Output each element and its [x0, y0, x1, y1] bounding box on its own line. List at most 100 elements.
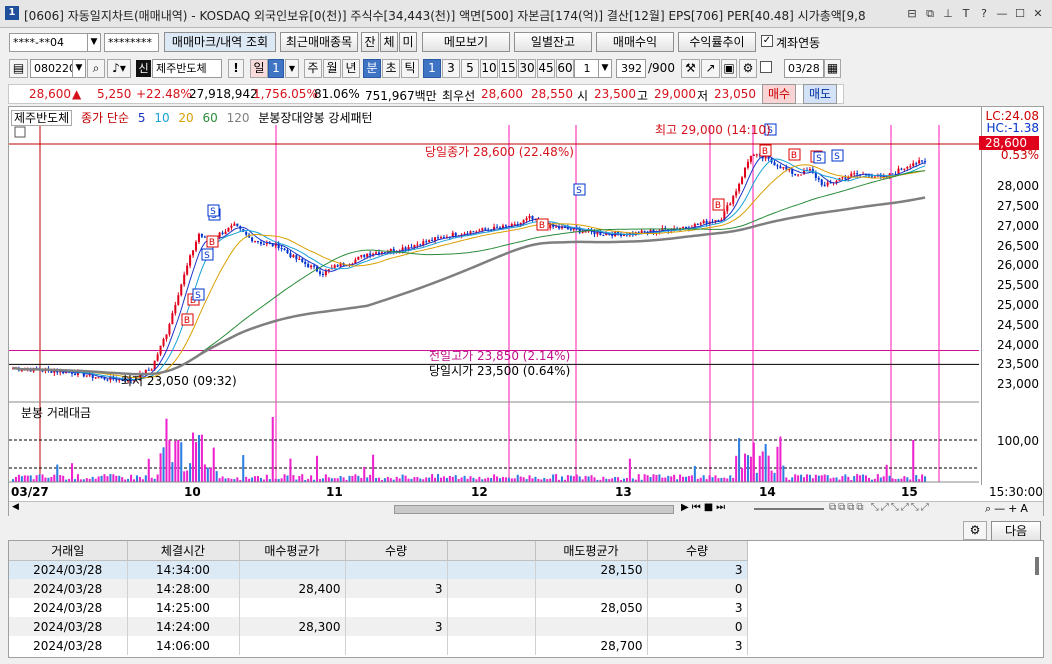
candle-body — [496, 226, 499, 228]
zoom-slider[interactable] — [754, 508, 824, 510]
price-chart[interactable]: BBSSBSSBSBBSBBSS — [9, 107, 1043, 501]
volume-bar — [283, 474, 286, 482]
date-checkbox[interactable] — [760, 61, 772, 73]
calendar-icon[interactable]: ▦ — [824, 59, 841, 78]
table-row[interactable]: 2024/03/28 14:06:00 28,700 3 — [9, 636, 748, 655]
account-link-checkbox[interactable]: ✓ — [761, 35, 773, 47]
volume-bar — [555, 474, 558, 482]
interval-30-button[interactable]: 30 — [518, 59, 536, 78]
table-row[interactable]: 2024/03/28 14:25:00 28,050 3 — [9, 598, 748, 617]
table-row[interactable]: 2024/03/28 14:28:00 28,400 3 0 — [9, 579, 748, 598]
span-input[interactable]: 392 — [616, 59, 646, 78]
count-select[interactable]: 1 — [574, 59, 600, 78]
period-weekly-button[interactable]: 주 — [304, 59, 322, 78]
settings-gear-icon[interactable]: ⚙ — [739, 59, 757, 78]
alert-icon[interactable]: ! — [228, 59, 244, 78]
help-icon[interactable]: ? — [976, 6, 992, 22]
volume-bar — [708, 475, 711, 482]
grid-settings-icon[interactable]: ⚙ — [963, 521, 987, 540]
chart-scrollbar[interactable]: ◀ ▶⏮■⏭ ⧉⧉⧉⧉ ⤡⤢⤡⤢⤡⤢ ⌕—+A — [9, 501, 1043, 516]
executed-button[interactable]: 체 — [380, 32, 398, 52]
memo-view-button[interactable]: 메모보기 — [422, 32, 510, 52]
daily-balance-button[interactable]: 일별잔고 — [514, 32, 592, 52]
interval-10-button[interactable]: 10 — [480, 59, 498, 78]
volume-bar — [85, 478, 88, 482]
grid-cell: 3 — [647, 636, 748, 655]
tools-icon[interactable]: ⚒ — [681, 59, 700, 78]
period-daily-count[interactable]: 1 — [268, 59, 284, 78]
date-input[interactable]: 03/28 — [784, 59, 824, 78]
volume-bar — [194, 442, 198, 482]
profit-trend-button[interactable]: 수익률추이 — [678, 32, 756, 52]
svg-text:B: B — [539, 221, 545, 231]
count-dropdown-icon[interactable]: ▼ — [598, 59, 612, 78]
chart-tool-icons[interactable]: ⧉⧉⧉⧉ ⤡⤢⤡⤢⤡⤢ — [829, 502, 931, 513]
candle-body — [478, 230, 481, 232]
interval-1-button[interactable]: 1 — [423, 59, 441, 78]
layout-icon[interactable]: ▤ — [9, 59, 28, 78]
volume-bar — [646, 475, 649, 482]
minimize-icon[interactable]: — — [994, 6, 1010, 22]
sell-marker: S — [573, 183, 586, 196]
pin-icon[interactable]: ⊥ — [940, 6, 956, 22]
code-dropdown-icon[interactable]: ▼ — [72, 59, 86, 78]
table-row[interactable]: 2024/03/28 14:34:00 28,150 3 — [9, 560, 748, 579]
zoom-icons[interactable]: ⌕—+A — [985, 502, 1031, 516]
volume-bar — [180, 442, 183, 482]
annotation-open: 당일시가 23,500 (0.64%) — [429, 364, 571, 378]
volume-bar — [203, 464, 206, 482]
period-monthly-button[interactable]: 월 — [323, 59, 341, 78]
candle-body — [584, 231, 587, 233]
title-bar: 1 [0606] 자동일지차트(매매내역) - KOSDAQ 외국인보유[0(천… — [0, 0, 1052, 28]
grid-scrollbar[interactable] — [1035, 557, 1039, 575]
account-dropdown-icon[interactable]: ▼ — [87, 33, 101, 52]
password-input[interactable]: ******** — [104, 33, 159, 52]
scroll-left-icon[interactable]: ◀ — [12, 502, 19, 512]
interval-60-button[interactable]: 60 — [556, 59, 574, 78]
period-minute-button[interactable]: 분 — [363, 59, 381, 78]
stock-code-input[interactable]: 080220 — [30, 59, 74, 78]
volume-bar — [687, 476, 690, 482]
trade-mark-query-button[interactable]: 매매마크/내역 조회 — [164, 32, 276, 52]
interval-45-button[interactable]: 45 — [537, 59, 555, 78]
interval-5-button[interactable]: 5 — [461, 59, 479, 78]
recent-trades-button[interactable]: 최근매매종목 — [280, 32, 358, 52]
volume-bar — [823, 474, 826, 482]
link-icon[interactable]: ⊟ — [904, 6, 920, 22]
sell-button[interactable]: 매도 — [803, 84, 837, 104]
draw-icon[interactable]: ↗ — [701, 59, 720, 78]
candle-body — [428, 239, 431, 242]
volume-bar — [658, 474, 661, 482]
period-daily-button[interactable]: 일 — [250, 59, 268, 78]
candle-body — [227, 227, 230, 232]
volume-bar — [723, 477, 726, 482]
grid-header-1: 체결시간 — [127, 541, 240, 561]
chart-panel[interactable]: BBSSBSSBSBBSBBSS 제주반도체 종가 단순 5 10 20 60 … — [8, 106, 1044, 516]
balance-button[interactable]: 잔 — [361, 32, 379, 52]
account-input[interactable]: ****-**04 — [9, 33, 89, 52]
search-icon[interactable]: ⌕ — [87, 59, 105, 78]
buy-button[interactable]: 매수 — [762, 84, 796, 104]
volume-bar — [622, 478, 626, 482]
trade-profit-button[interactable]: 매매수익 — [596, 32, 674, 52]
save-icon[interactable]: ▣ — [721, 59, 737, 78]
next-button[interactable]: 다음 — [991, 521, 1041, 541]
period-dropdown-icon[interactable]: ▼ — [285, 59, 299, 78]
interval-3-button[interactable]: 3 — [442, 59, 460, 78]
playback-controls[interactable]: ▶⏮■⏭ — [681, 502, 728, 513]
annotation-close: 당일종가 28,600 (22.48%) — [425, 145, 574, 159]
period-tick-button[interactable]: 틱 — [401, 59, 419, 78]
period-second-button[interactable]: 초 — [382, 59, 400, 78]
volume-bar — [614, 476, 617, 482]
volume-bar — [490, 478, 493, 482]
close-icon[interactable]: ✕ — [1030, 6, 1046, 22]
copy-window-icon[interactable]: ⧉ — [922, 6, 938, 22]
scroll-thumb[interactable] — [394, 505, 674, 514]
speaker-icon[interactable]: ♪▾ — [107, 59, 131, 78]
period-yearly-button[interactable]: 년 — [342, 59, 360, 78]
unfilled-button[interactable]: 미 — [399, 32, 417, 52]
maximize-icon[interactable]: ☐ — [1012, 6, 1028, 22]
interval-15-button[interactable]: 15 — [499, 59, 517, 78]
font-icon[interactable]: T — [958, 6, 974, 22]
table-row[interactable]: 2024/03/28 14:24:00 28,300 3 0 — [9, 617, 748, 636]
